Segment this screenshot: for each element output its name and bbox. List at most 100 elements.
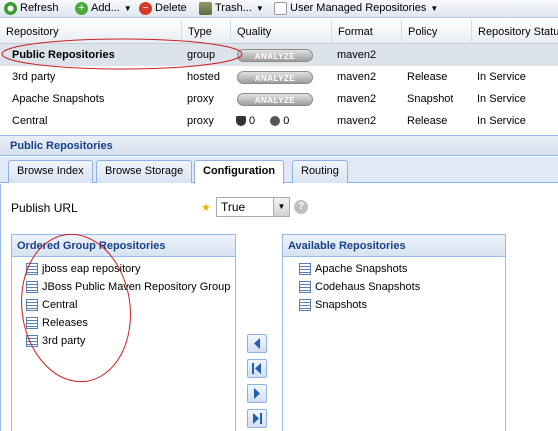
repository-format: maven2 [337,49,377,61]
repository-status: In Service [477,71,526,83]
repository-icon [26,281,38,293]
award-icon [270,116,281,127]
repository-icon [299,281,311,293]
delete-button[interactable]: − Delete [139,0,187,16]
move-left-icon [254,338,260,349]
list-item[interactable]: Codehaus Snapshots [283,278,505,296]
tab-strip: Browse Index Browse Storage Configuratio… [0,157,558,184]
move-first-icon [252,363,261,374]
list-item-label: Snapshots [315,299,367,311]
repository-icon [26,335,38,347]
document-icon [274,1,287,15]
move-right-icon [254,388,260,399]
help-icon[interactable]: ? [294,200,308,214]
repository-format: maven2 [337,115,377,127]
add-label: Add... [91,2,120,14]
column-header-quality[interactable]: Quality [230,20,331,44]
available-repositories-list: Available Repositories Apache Snapshots … [282,234,506,431]
repository-type: proxy [187,93,214,105]
ordered-group-list: Ordered Group Repositories jboss eap rep… [11,234,236,431]
repository-type: group [187,49,216,61]
move-right-button[interactable] [247,384,267,403]
list-item-label: JBoss Public Maven Repository Group [42,281,231,293]
trash-button[interactable]: Trash... ▼ [199,0,264,16]
analyze-button[interactable]: ANALYZE [237,49,313,62]
list-item-label: 3rd party [42,335,86,347]
list-item[interactable]: JBoss Public Maven Repository Group [12,278,235,296]
repository-icon [26,317,38,329]
refresh-label: Refresh [20,2,59,14]
quality-count-a: 0 [249,115,256,127]
tab-browse-index[interactable]: Browse Index [8,160,93,183]
publish-url-select[interactable]: True ▼ [216,197,290,217]
quality-count-b: 0 [283,115,290,127]
list-item[interactable]: jboss eap repository [12,260,235,278]
list-item[interactable]: 3rd party [12,332,235,350]
column-header-format[interactable]: Format [331,20,401,44]
repository-policy: Snapshot [407,93,454,105]
tab-routing[interactable]: Routing [292,160,348,183]
panel-title: Public Repositories [0,135,558,156]
table-row[interactable]: Central proxy 0 0 maven2 Release In Serv… [0,110,558,134]
refresh-button[interactable]: Refresh [4,0,59,16]
quality-counts: 0 0 [230,110,289,132]
list-item-label: Codehaus Snapshots [315,281,421,293]
repository-status: In Service [477,93,526,105]
repository-filter-dropdown[interactable]: User Managed Repositories ▼ [274,0,438,16]
list-item[interactable]: Snapshots [283,296,505,314]
move-last-icon [253,413,262,424]
table-row[interactable]: Public Repositories group ANALYZE maven2 [0,44,558,66]
publish-url-value: True [221,200,246,214]
repository-icon [26,299,38,311]
list-item-label: Apache Snapshots [315,263,408,275]
column-header-policy[interactable]: Policy [401,20,471,44]
list-item[interactable]: Central [12,296,235,314]
analyze-button[interactable]: ANALYZE [237,71,313,84]
repository-format: maven2 [337,93,377,105]
column-header-repository[interactable]: Repository [0,20,181,44]
trash-icon [199,1,212,15]
column-header-status[interactable]: Repository Status [471,20,558,44]
delete-icon: − [139,1,152,15]
table-row[interactable]: Apache Snapshots proxy ANALYZE maven2 Sn… [0,88,558,110]
repository-policy: Release [407,71,448,83]
repository-policy: Release [407,115,448,127]
repository-type: proxy [187,115,214,127]
repository-icon [299,299,311,311]
chevron-down-icon: ▼ [255,3,264,13]
refresh-icon [4,1,17,15]
list-item-label: Central [42,299,78,311]
publish-url-label: Publish URL [11,201,78,215]
toolbar: Refresh + Add... ▼ − Delete Trash... ▼ U… [0,0,558,18]
repository-grid-header: Repository Type Quality Format Policy Re… [0,20,558,44]
repository-name: Apache Snapshots [12,93,105,105]
trash-label: Trash... [215,2,252,14]
add-button[interactable]: + Add... ▼ [75,0,132,16]
required-star-icon: ★ [201,202,211,214]
repository-name: 3rd party [12,71,56,83]
tab-configuration[interactable]: Configuration [194,160,285,184]
tab-browse-storage[interactable]: Browse Storage [96,160,193,183]
repository-name: Public Repositories [12,49,115,61]
add-icon: + [75,1,88,15]
repository-icon [299,263,311,275]
list-item[interactable]: Releases [12,314,235,332]
column-header-type[interactable]: Type [181,20,230,44]
repository-icon [26,263,38,275]
repository-type: hosted [187,71,221,83]
move-first-button[interactable] [247,359,267,378]
move-last-button[interactable] [247,409,267,428]
filter-label: User Managed Repositories [290,2,427,14]
table-row[interactable]: 3rd party hosted ANALYZE maven2 Release … [0,66,558,88]
shield-icon [236,116,246,127]
list-item[interactable]: Apache Snapshots [283,260,505,278]
list-item-label: Releases [42,317,88,329]
ordered-group-header: Ordered Group Repositories [12,235,235,257]
repository-status: In Service [477,115,526,127]
list-item-label: jboss eap repository [42,263,141,275]
move-left-button[interactable] [247,334,267,353]
chevron-down-icon: ▼ [430,3,439,13]
available-repositories-header: Available Repositories [283,235,505,257]
analyze-button[interactable]: ANALYZE [237,93,313,106]
chevron-down-icon[interactable]: ▼ [273,198,289,216]
